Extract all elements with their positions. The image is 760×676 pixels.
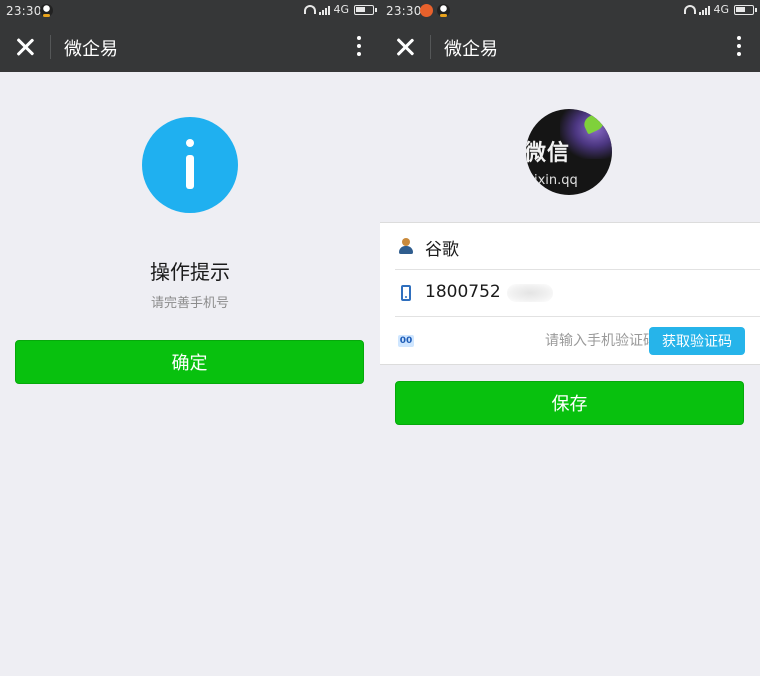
user-icon (398, 238, 414, 254)
name-value: 谷歌 (425, 240, 459, 260)
name-row[interactable]: 谷歌 (395, 223, 760, 270)
nav-bar: 微企易 (0, 22, 380, 72)
wifi-icon (684, 5, 697, 14)
get-code-button[interactable]: 获取验证码 (649, 327, 745, 355)
close-icon[interactable] (394, 36, 416, 58)
phone-row[interactable]: 1800752 (395, 270, 760, 317)
signal-icon (699, 5, 711, 15)
weibo-icon (420, 4, 433, 17)
avatar-text-sub: ixin.qq (534, 173, 578, 188)
profile-form: 谷歌 1800752 00 获取验证码 (380, 222, 760, 365)
network-type: 4G (713, 3, 729, 16)
status-bar: 23:30 4G (0, 0, 380, 22)
page-title: 微企易 (444, 39, 498, 60)
close-icon[interactable] (14, 36, 36, 58)
wifi-icon (304, 5, 317, 14)
qq-icon (437, 4, 450, 17)
signal-icon (319, 5, 331, 15)
phone-redaction-blur (507, 284, 553, 302)
phone-icon (401, 285, 411, 301)
info-icon (142, 117, 238, 213)
confirm-button[interactable]: 确定 (15, 340, 364, 384)
dialog-message: 请完善手机号 (150, 296, 229, 311)
status-bar: 23:30 4G (380, 0, 760, 22)
nav-bar: 微企易 (380, 22, 760, 72)
screen-right: 23:30 4G 微企易 微信 ixin.qq 谷歌 1800752 00 请输… (380, 0, 760, 676)
status-indicators: 4G (304, 3, 377, 16)
status-time: 23:30 (386, 4, 422, 18)
screen-left: 23:30 4G 微企易 操作提示 请完善手机号 确定 (0, 0, 380, 676)
phone-value: 1800752 (425, 282, 501, 302)
code-row: 00 获取验证码 (395, 317, 760, 364)
battery-icon (354, 4, 377, 15)
avatar: 微信 ixin.qq (526, 109, 612, 195)
nav-divider (50, 35, 51, 59)
verification-code-input[interactable] (425, 317, 657, 364)
battery-icon (734, 4, 757, 15)
code-icon: 00 (398, 335, 414, 347)
status-indicators: 4G (684, 3, 757, 16)
avatar-text-main: 微信 (526, 141, 571, 166)
status-time: 23:30 (6, 4, 42, 18)
dialog-title: 操作提示 (150, 260, 230, 284)
save-button[interactable]: 保存 (395, 381, 744, 425)
more-icon[interactable] (736, 36, 742, 58)
qq-icon (40, 4, 53, 17)
nav-divider (430, 35, 431, 59)
more-icon[interactable] (356, 36, 362, 58)
page-title: 微企易 (64, 39, 118, 60)
network-type: 4G (333, 3, 349, 16)
